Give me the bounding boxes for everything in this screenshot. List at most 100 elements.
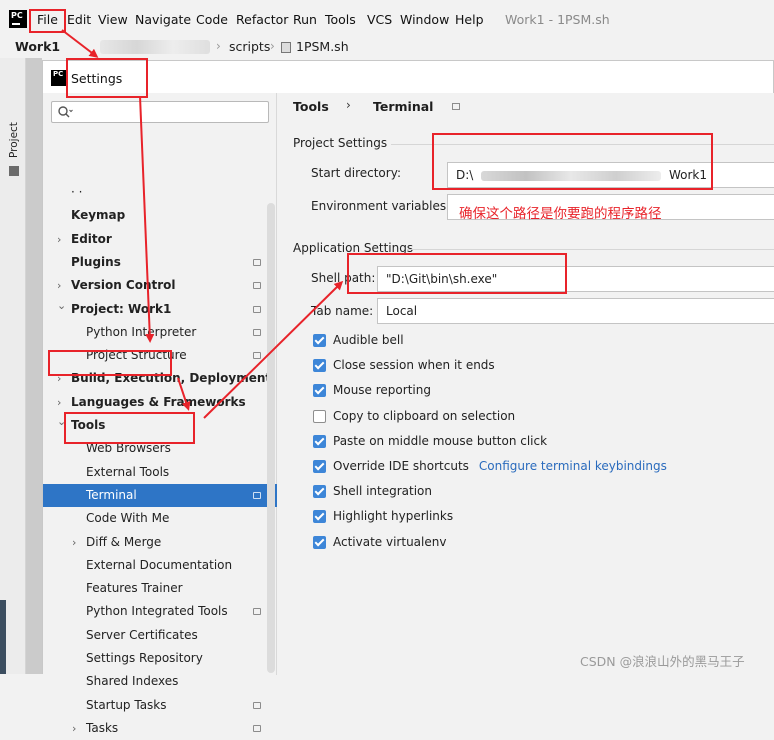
tree-item-startup-tasks[interactable]: Startup Tasks: [43, 694, 277, 717]
checkbox-label[interactable]: Close session when it ends: [333, 358, 495, 372]
tree-item-external-tools[interactable]: External Tools: [43, 461, 277, 484]
tree-item-label: Python Integrated Tools: [86, 604, 228, 618]
tree-item-editor[interactable]: › Editor: [43, 228, 277, 251]
checkbox-label[interactable]: Audible bell: [333, 333, 404, 347]
annotation-note: 确保这个路径是你要跑的程序路径: [459, 206, 662, 222]
checkbox-label[interactable]: Activate virtualenv: [333, 535, 446, 549]
environment-variables-label: Environment variables:: [311, 199, 451, 213]
checkbox-row-close-session-when-it-ends[interactable]: Close session when it ends: [313, 355, 495, 375]
tree-item-terminal[interactable]: Terminal: [43, 484, 277, 507]
checkbox-row-paste-on-middle-mouse-button-click[interactable]: Paste on middle mouse button click: [313, 431, 547, 451]
section-divider: [407, 249, 774, 250]
project-scope-icon: [253, 306, 261, 313]
checkbox-checked[interactable]: [313, 535, 326, 549]
menu-bar: PC File Edit View Navigate Code Refactor…: [0, 0, 774, 38]
configure-keybindings-link[interactable]: Configure terminal keybindings: [479, 459, 667, 473]
tab-name-label: Tab name:: [311, 304, 374, 318]
breadcrumb-folder[interactable]: scripts: [229, 39, 270, 54]
checkbox-row-shell-integration[interactable]: Shell integration: [313, 481, 432, 501]
tree-item-shared-indexes[interactable]: Shared Indexes: [43, 670, 277, 693]
checkbox-unchecked[interactable]: [313, 409, 326, 423]
annotation-highlight-settings: [66, 58, 148, 98]
menu-navigate[interactable]: Navigate: [135, 12, 191, 27]
tree-item-settings-repository[interactable]: Settings Repository: [43, 647, 277, 670]
menu-run[interactable]: Run: [293, 12, 317, 27]
checkbox-label[interactable]: Highlight hyperlinks: [333, 509, 453, 523]
content-breadcrumb-tools[interactable]: Tools: [293, 99, 329, 114]
tree-item-features-trainer[interactable]: Features Trainer: [43, 577, 277, 600]
project-folder-icon[interactable]: [9, 166, 19, 176]
project-scope-icon: [253, 608, 261, 615]
menu-refactor[interactable]: Refactor: [236, 12, 288, 27]
tree-item-label: Editor: [71, 232, 112, 246]
search-input[interactable]: [76, 104, 264, 120]
tree-item-server-certificates[interactable]: Server Certificates: [43, 624, 277, 647]
tree-item-label: Diff & Merge: [86, 535, 162, 549]
breadcrumb-file[interactable]: 1PSM.sh: [296, 39, 349, 54]
start-directory-label: Start directory:: [311, 166, 401, 180]
checkbox-checked[interactable]: [313, 484, 326, 498]
checkbox-checked[interactable]: [313, 434, 326, 448]
tree-item-code-with-me[interactable]: Code With Me: [43, 507, 277, 530]
tree-item-label: Terminal: [86, 488, 137, 502]
tab-name-input[interactable]: Local: [377, 298, 774, 324]
tree-item-python-integrated-tools[interactable]: Python Integrated Tools: [43, 600, 277, 623]
tool-window-strip: Project: [0, 58, 26, 674]
checkbox-row-mouse-reporting[interactable]: Mouse reporting: [313, 380, 431, 400]
tree-item-external-documentation[interactable]: External Documentation: [43, 554, 277, 577]
checkbox-row-activate-virtualenv[interactable]: Activate virtualenv: [313, 532, 446, 552]
checkbox-checked[interactable]: [313, 383, 326, 397]
tree-item-version-control[interactable]: › Version Control: [43, 274, 277, 297]
menu-vcs[interactable]: VCS: [367, 12, 392, 27]
pycharm-logo-icon: PC: [51, 70, 67, 86]
menu-view[interactable]: View: [98, 12, 128, 27]
menu-tools[interactable]: Tools: [325, 12, 356, 27]
chevron-right-icon[interactable]: ›: [72, 717, 76, 740]
checkbox-row-override-ide-shortcuts[interactable]: Override IDE shortcuts Configure terminal…: [313, 456, 667, 476]
checkbox-label[interactable]: Shell integration: [333, 484, 432, 498]
project-scope-icon: [452, 103, 460, 110]
checkbox-row-audible-bell[interactable]: Audible bell: [313, 330, 404, 350]
breadcrumb-separator: ›: [216, 39, 221, 53]
tree-item-python-interpreter[interactable]: Python Interpreter: [43, 321, 277, 344]
menu-help[interactable]: Help: [455, 12, 484, 27]
tree-scrollbar[interactable]: [267, 203, 275, 673]
checkbox-row-copy-to-clipboard-on-selection[interactable]: Copy to clipboard on selection: [313, 406, 515, 426]
checkbox-checked[interactable]: [313, 459, 326, 473]
annotation-highlight-terminal: [64, 412, 195, 444]
chevron-down-icon[interactable]: ⌄: [57, 294, 66, 317]
tree-item-diff-merge[interactable]: › Diff & Merge: [43, 531, 277, 554]
tree-item-tasks[interactable]: › Tasks: [43, 717, 277, 740]
breadcrumb-project[interactable]: Work1: [15, 39, 60, 54]
chevron-right-icon[interactable]: ›: [72, 531, 76, 554]
checkbox-label[interactable]: Mouse reporting: [333, 383, 431, 397]
tree-item-[interactable]: · ·: [43, 181, 277, 204]
tree-item-label: Server Certificates: [86, 628, 198, 642]
checkbox-label[interactable]: Copy to clipboard on selection: [333, 409, 515, 423]
tree-item-label: Languages & Frameworks: [71, 395, 246, 409]
checkbox-row-highlight-hyperlinks[interactable]: Highlight hyperlinks: [313, 506, 453, 526]
project-scope-icon: [253, 492, 261, 499]
checkbox-checked[interactable]: [313, 509, 326, 523]
tree-item-label: Startup Tasks: [86, 698, 167, 712]
tree-item-label: Python Interpreter: [86, 325, 197, 339]
breadcrumb-separator: ›: [270, 39, 275, 53]
checkbox-checked[interactable]: [313, 358, 326, 372]
menu-window[interactable]: Window: [400, 12, 449, 27]
chevron-right-icon[interactable]: ›: [57, 228, 61, 251]
tree-item-label: Code With Me: [86, 511, 170, 525]
tree-item-label: · ·: [71, 185, 83, 199]
checkbox-label[interactable]: Paste on middle mouse button click: [333, 434, 547, 448]
tree-item-languages-frameworks[interactable]: › Languages & Frameworks: [43, 391, 277, 414]
checkbox-label[interactable]: Override IDE shortcuts: [333, 459, 469, 473]
project-tool-button[interactable]: Project: [8, 122, 20, 158]
checkbox-checked[interactable]: [313, 333, 326, 347]
tree-item-plugins[interactable]: Plugins: [43, 251, 277, 274]
menu-edit[interactable]: Edit: [67, 12, 91, 27]
tree-item-label: External Documentation: [86, 558, 233, 572]
settings-search-box[interactable]: [51, 101, 269, 123]
tree-item-keymap[interactable]: Keymap: [43, 204, 277, 227]
menu-code[interactable]: Code: [196, 12, 228, 27]
file-icon: [281, 42, 291, 53]
tree-item-project-work1[interactable]: ⌄ Project: Work1: [43, 298, 277, 321]
